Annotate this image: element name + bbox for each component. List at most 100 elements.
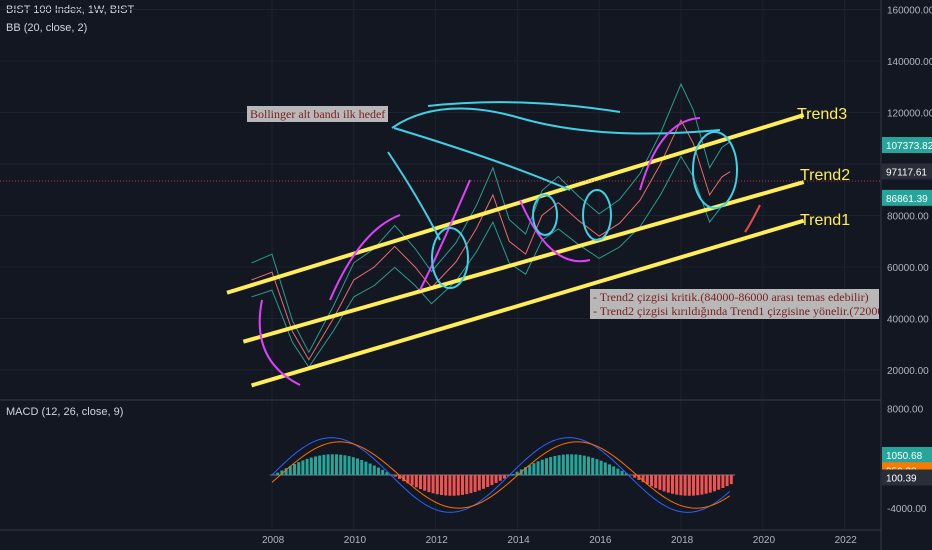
macd-hist-bar — [440, 475, 443, 496]
macd-hist-bar — [423, 475, 427, 491]
macd-hist-bar — [700, 475, 704, 495]
macd-hist-bar — [603, 462, 607, 475]
time-tick-label: 2008 — [262, 535, 285, 546]
trend1-label: Trend1 — [800, 212, 850, 229]
macd-tick-label: -4000.00 — [887, 504, 927, 515]
macd-tag-label: 1050.68 — [886, 451, 923, 462]
macd-hist-bar — [717, 475, 721, 490]
macd-hist-bar — [452, 475, 456, 496]
trend-note-2: - Trend2 çizgisi kırıldığında Trend1 çiz… — [593, 304, 879, 318]
macd-hist-bar — [587, 456, 590, 475]
macd-hist-bar — [578, 454, 582, 475]
price-axis-ticks: 160000.00 140000.00 120000.00 80000.00 60000… — [887, 6, 932, 516]
macd-hist-bar — [477, 475, 481, 491]
price-tick-label: 80000.00 — [887, 212, 929, 223]
macd-hist-bar — [687, 475, 691, 496]
price-tick-label: 120000.00 — [887, 109, 932, 120]
macd-hist-bar — [679, 475, 683, 496]
macd-hist-bar — [473, 475, 477, 492]
macd-hist-bar — [494, 475, 498, 483]
macd-hist-bar — [620, 470, 624, 475]
macd-hist-bar — [356, 458, 359, 475]
hand-drawings — [258, 101, 761, 386]
macd-hist-bar — [662, 475, 666, 492]
macd-tag-label: 100.39 — [886, 473, 917, 484]
drawing-8 — [639, 117, 701, 191]
macd-hist-bar — [532, 463, 536, 475]
macd-hist-bar — [276, 472, 280, 475]
macd-hist-bar — [318, 455, 322, 475]
macd-hist-bar — [444, 475, 448, 496]
macd-hist-bar — [582, 455, 586, 475]
macd-hist-bar — [326, 454, 330, 475]
time-tick-label: 2018 — [671, 535, 694, 546]
macd-hist-bar — [570, 454, 574, 475]
macd-hist-bar — [335, 454, 338, 475]
macd-hist-bar — [368, 463, 372, 475]
macd-hist-bar — [414, 475, 418, 488]
macd-hist-bar — [683, 475, 687, 496]
macd-hist-bar — [293, 464, 296, 475]
macd-hist-bar — [549, 456, 553, 475]
macd-hist-bar — [381, 469, 385, 475]
macd-hist-bar — [729, 475, 733, 485]
time-tick-label: 2020 — [753, 535, 776, 546]
macd-hist-bar — [330, 454, 334, 475]
macd-hist-bar — [351, 457, 355, 475]
macd-hist-bar — [612, 466, 616, 475]
macd-hist-bar — [666, 475, 670, 493]
macd-hist-bar — [696, 475, 700, 496]
macd-hist-bar — [486, 475, 490, 487]
macd-hist-bar — [591, 457, 595, 475]
macd-hist-bar — [377, 467, 380, 475]
price-tick-label: 40000.00 — [887, 315, 929, 326]
macd-hist-bar — [557, 455, 561, 475]
price-tick-label: 160000.00 — [887, 6, 932, 17]
macd-hist-bar — [692, 475, 695, 496]
drawing-1 — [427, 101, 621, 113]
price-tag-label: 107373.82 — [886, 141, 932, 152]
trend-note-1: - Trend2 çizgisi kritik.(84000-86000 ara… — [593, 290, 869, 304]
macd-hist-bar — [410, 475, 414, 486]
macd-hist-bar — [671, 475, 674, 494]
macd-hist-bar — [427, 475, 431, 493]
macd-hist-bar — [528, 465, 532, 475]
macd-hist-bar — [540, 459, 544, 475]
macd-hist-bar — [725, 475, 729, 487]
macd-hist-bar — [545, 458, 548, 475]
macd-hist-bar — [704, 475, 708, 494]
macd-hist-bar — [599, 460, 603, 475]
macd-hist-bar — [708, 475, 712, 493]
macd-hist-bar — [297, 462, 301, 475]
macd-hist-bar — [322, 454, 326, 475]
macd-hist-bar — [566, 454, 569, 475]
macd-hist-bar — [574, 454, 578, 475]
macd-hist-bar — [553, 455, 557, 475]
time-tick-label: 2022 — [835, 535, 858, 546]
circle-drawing-0 — [431, 227, 469, 289]
macd-hist-bar — [461, 475, 464, 495]
macd-tick-label: 8000.00 — [887, 405, 924, 416]
bollinger-bands — [251, 82, 731, 368]
time-tick-label: 2016 — [589, 535, 612, 546]
macd-hist-bar — [339, 454, 343, 475]
price-tag-label: 86861.39 — [886, 194, 928, 205]
macd-pane — [270, 437, 735, 513]
price-tick-label: 140000.00 — [887, 57, 932, 68]
macd-hist-bar — [536, 461, 540, 475]
price-tick-label: 60000.00 — [887, 263, 929, 274]
macd-hist-bar — [713, 475, 716, 492]
macd-hist-bar — [343, 455, 347, 475]
macd-hist-bar — [654, 475, 658, 489]
chart-canvas[interactable]: 160000.00 140000.00 120000.00 80000.00 60000… — [0, 0, 932, 550]
macd-hist-bar — [498, 475, 502, 481]
price-tag-label: 97117.61 — [886, 167, 927, 178]
macd-hist-bar — [503, 475, 506, 479]
macd-hist-bar — [448, 475, 452, 496]
macd-hist-bar — [465, 475, 469, 495]
macd-hist-bar — [301, 460, 305, 475]
time-tick-label: 2012 — [426, 535, 449, 546]
bollinger-note: Bollinger alt bandı ilk hedef — [247, 106, 389, 122]
macd-hist-bar — [393, 475, 397, 477]
trend3-label: Trend3 — [797, 106, 847, 123]
